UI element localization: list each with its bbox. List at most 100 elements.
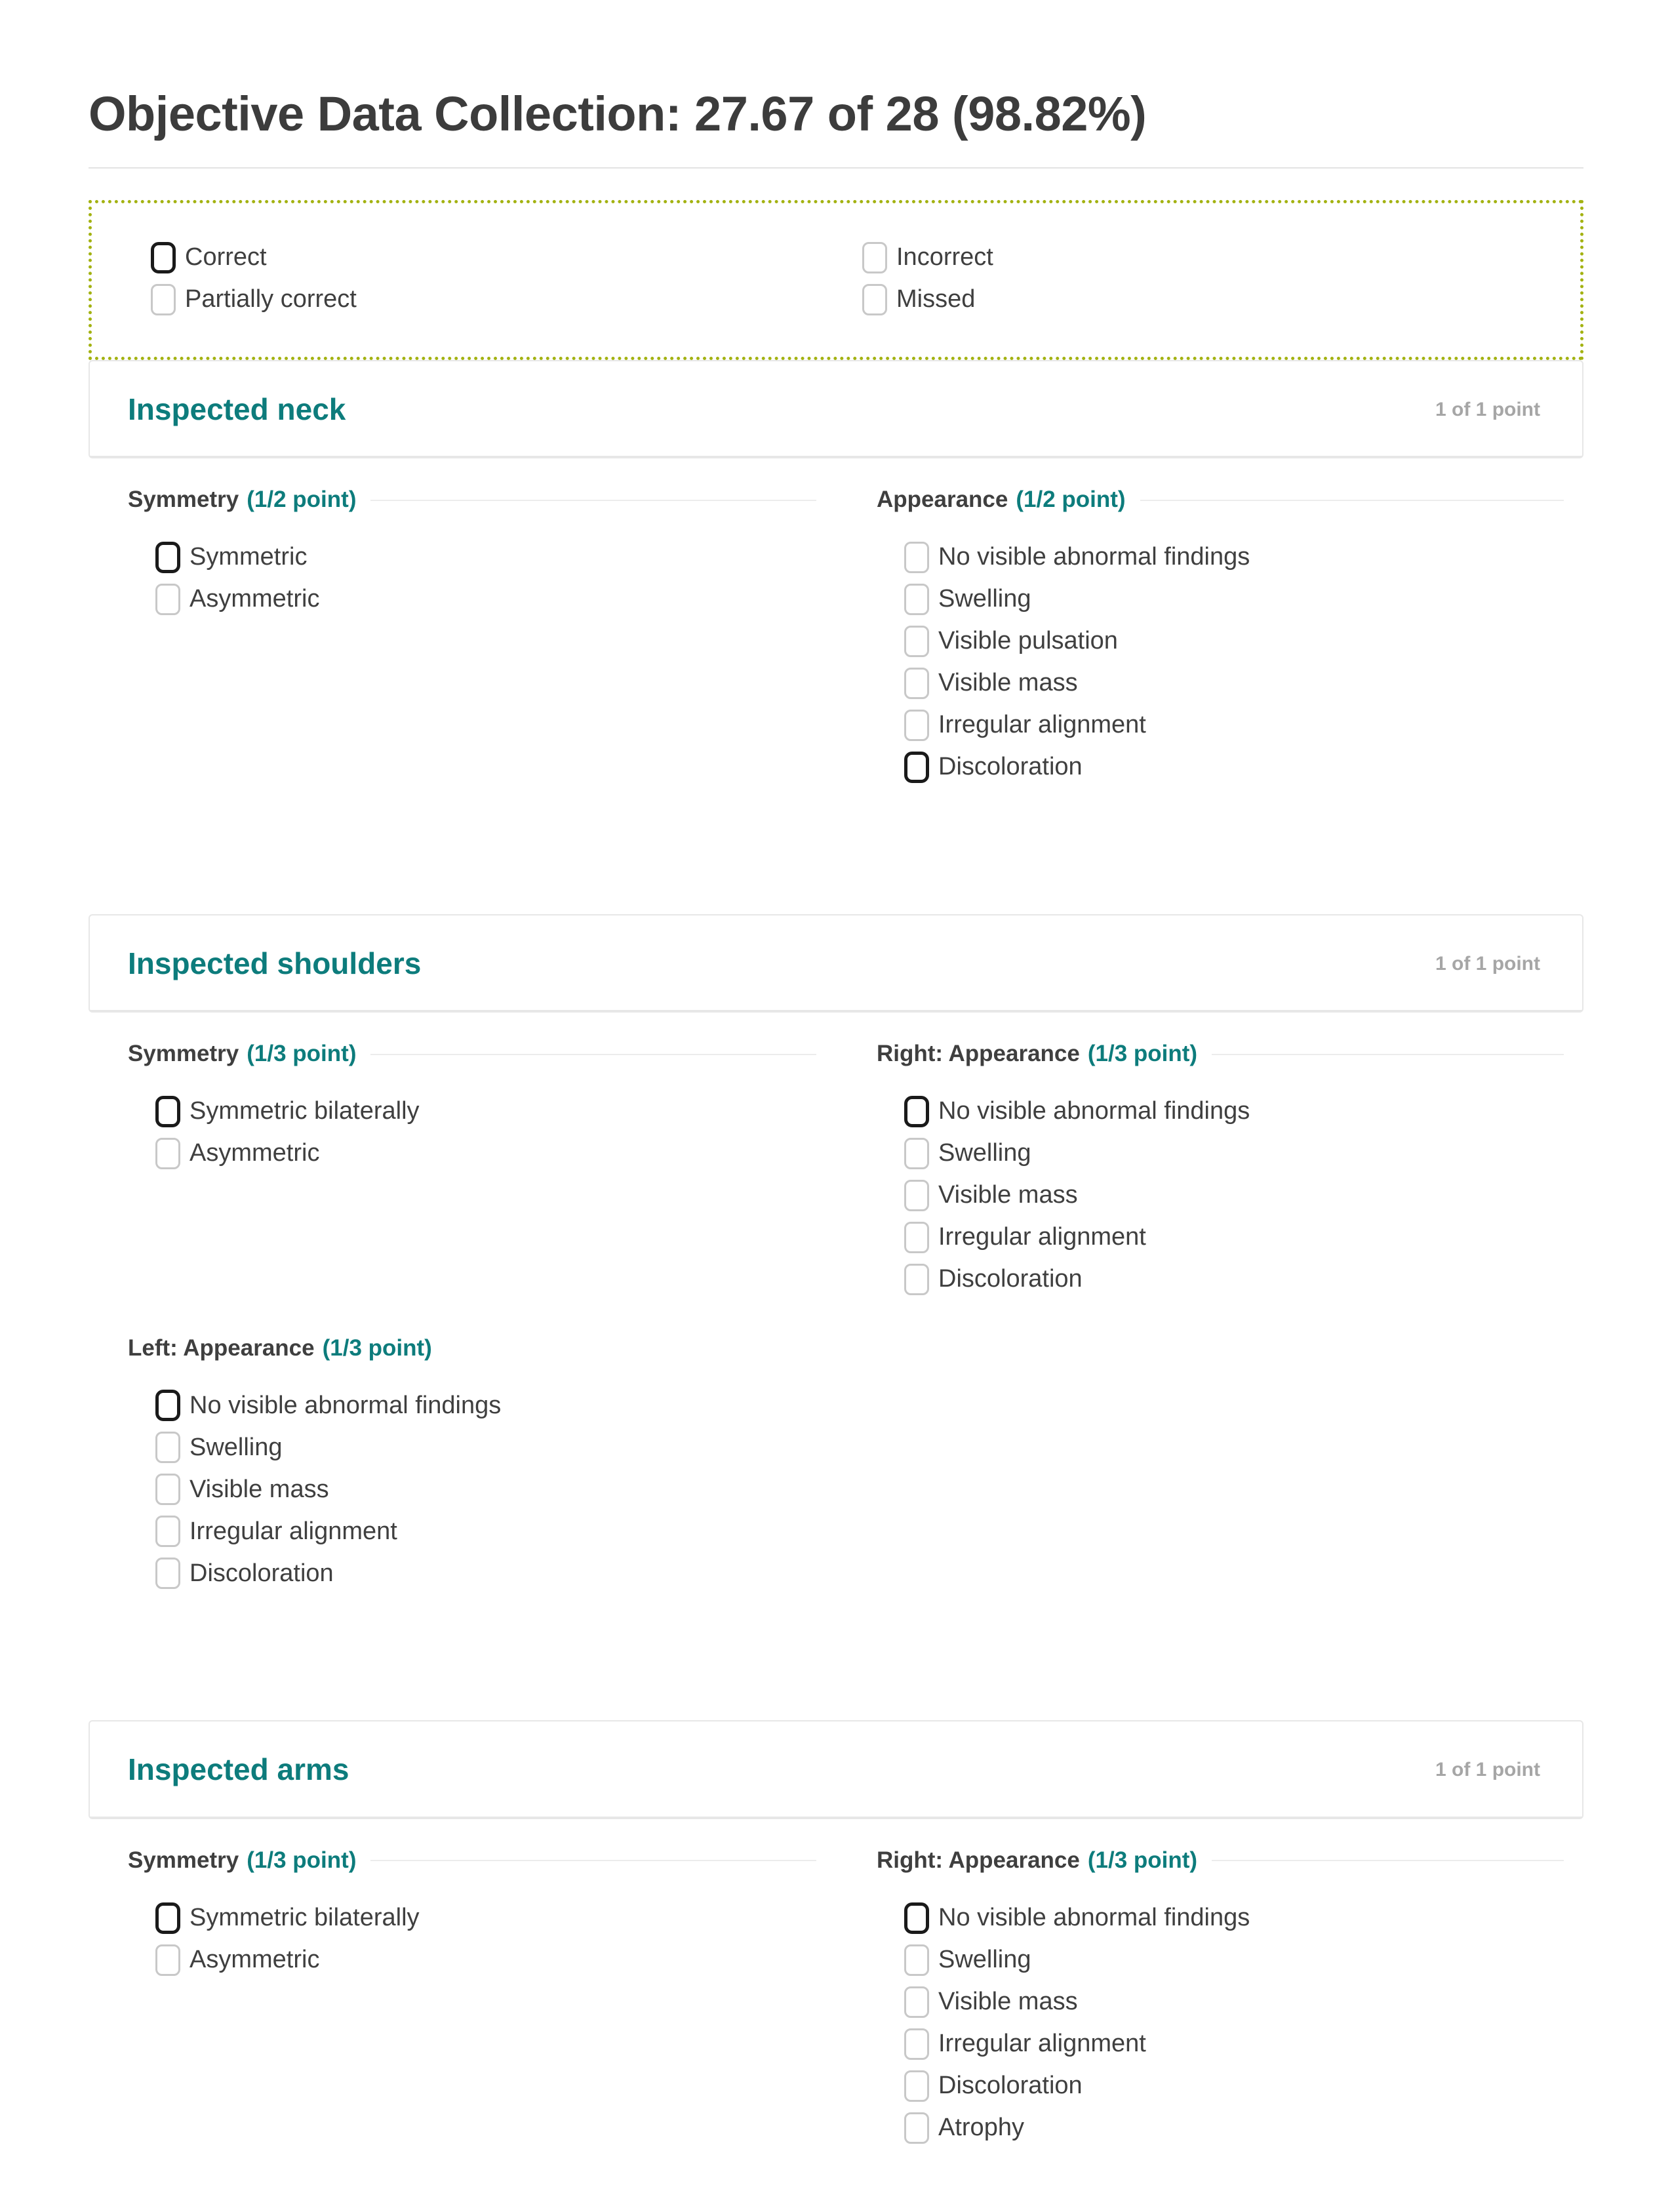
checkbox-option[interactable]: Asymmetric	[155, 1133, 816, 1175]
checkbox-option[interactable]: Visible pulsation	[904, 620, 1564, 662]
checkbox-option[interactable]: Irregular alignment	[155, 1510, 816, 1552]
legend-item[interactable]: Partially correct	[151, 282, 836, 317]
checkbox-icon[interactable]	[155, 1432, 180, 1464]
checkbox-option[interactable]: Discoloration	[904, 746, 1564, 788]
checkbox-icon[interactable]	[904, 1263, 929, 1295]
checkbox-label: Swelling	[938, 1945, 1031, 1973]
checkbox-label: Discoloration	[938, 752, 1083, 780]
group-heading: Symmetry (1/2 point)	[128, 458, 816, 518]
checkbox-label: No visible abnormal findings	[938, 1097, 1250, 1125]
group-right: Appearance (1/2 point) No visible abnormal…	[877, 458, 1564, 795]
checkbox-icon[interactable]	[904, 2028, 929, 2060]
legend-item[interactable]: Incorrect	[862, 240, 1528, 275]
checkbox-option[interactable]: Irregular alignment	[904, 704, 1564, 746]
section-score-badge: 1 of 1 point	[1435, 398, 1540, 420]
checkbox-icon[interactable]	[155, 541, 180, 573]
section-score-badge: 1 of 1 point	[1435, 952, 1540, 975]
group-heading-text: Right: Appearance	[877, 1847, 1080, 1874]
checkbox-icon[interactable]	[904, 1095, 929, 1127]
legend-item[interactable]: Missed	[862, 282, 1528, 317]
checkbox-icon[interactable]	[904, 1944, 929, 1976]
checkbox-icon[interactable]	[904, 1902, 929, 1934]
checkbox-option[interactable]: Symmetric	[155, 536, 816, 578]
checkbox-icon[interactable]	[862, 241, 887, 273]
checkbox-option[interactable]: Symmetric bilaterally	[155, 1897, 816, 1939]
checkbox-icon[interactable]	[151, 283, 176, 315]
scoring-legend: Correct Partially correct Incorrect Missed	[89, 199, 1583, 360]
checkbox-icon[interactable]	[904, 625, 929, 657]
checkbox-icon[interactable]	[904, 667, 929, 699]
legend-item[interactable]: Correct	[151, 240, 836, 275]
group-heading: Right: Appearance (1/3 point)	[877, 1013, 1564, 1072]
checkbox-icon[interactable]	[155, 583, 180, 615]
checkbox-label: Discoloration	[938, 2071, 1083, 2099]
checkbox-icon[interactable]	[151, 241, 176, 273]
checkbox-icon[interactable]	[155, 1390, 180, 1422]
section-header[interactable]: Inspected neck 1 of 1 point	[90, 361, 1582, 458]
checkbox-icon[interactable]	[904, 541, 929, 573]
checkbox-icon[interactable]	[904, 751, 929, 783]
group-heading-text: Right: Appearance	[877, 1041, 1080, 1067]
checkbox-label: Irregular alignment	[189, 1517, 397, 1545]
checkbox-label: Irregular alignment	[938, 2029, 1146, 2057]
checkbox-option[interactable]: Visible mass	[904, 662, 1564, 704]
checkbox-option[interactable]: No visible abnormal findings	[904, 1897, 1564, 1939]
checkbox-option[interactable]: No visible abnormal findings	[904, 536, 1564, 578]
checkbox-option[interactable]: Swelling	[904, 1133, 1564, 1175]
group-heading-points: (1/3 point)	[1087, 1847, 1198, 1874]
checkbox-icon[interactable]	[155, 1944, 180, 1976]
group-right: Right: Appearance (1/3 point) No visible a…	[877, 1013, 1564, 1307]
checkbox-icon[interactable]	[904, 1179, 929, 1211]
section-body: Symmetry (1/2 point) Symmetric Asymmetric Ap…	[89, 458, 1583, 851]
checkbox-option[interactable]: Discoloration	[155, 1552, 816, 1594]
checkbox-icon[interactable]	[904, 1137, 929, 1169]
checkbox-icon[interactable]	[862, 283, 887, 315]
checkbox-icon[interactable]	[904, 709, 929, 741]
checkbox-option[interactable]: Asymmetric	[155, 578, 816, 620]
column-right: Right: Appearance (1/3 point) No visible a…	[836, 1013, 1583, 1307]
checkbox-label: Swelling	[938, 1139, 1031, 1167]
checkbox-label: Symmetric	[189, 542, 308, 571]
checkbox-icon[interactable]	[904, 2070, 929, 2102]
group-heading-rule	[370, 1860, 816, 1862]
checkbox-icon[interactable]	[904, 583, 929, 615]
section-body: Symmetry (1/3 point) Symmetric bilaterally…	[89, 1013, 1583, 1657]
column-left-secondary: Left: Appearance (1/3 point) No visible ab…	[89, 1307, 836, 1601]
checkbox-option[interactable]: Swelling	[904, 578, 1564, 620]
section-card: Inspected shoulders 1 of 1 point	[89, 914, 1583, 1013]
column-left: Symmetry (1/2 point) Symmetric Asymmetric	[89, 458, 836, 795]
checkbox-icon[interactable]	[155, 1558, 180, 1590]
checkbox-icon[interactable]	[904, 1221, 929, 1253]
checkbox-option[interactable]: Atrophy	[904, 2107, 1564, 2149]
checkbox-icon[interactable]	[155, 1474, 180, 1506]
checkbox-option[interactable]: Visible mass	[904, 1175, 1564, 1217]
checkbox-icon[interactable]	[904, 2112, 929, 2144]
checkbox-option[interactable]: Visible mass	[904, 1981, 1564, 2023]
checkbox-option[interactable]: No visible abnormal findings	[904, 1091, 1564, 1133]
checkbox-label: Missed	[896, 285, 976, 313]
checkbox-icon[interactable]	[155, 1095, 180, 1127]
column-left: Symmetry (1/3 point) Symmetric bilaterally…	[89, 1013, 836, 1307]
checkbox-label: Partially correct	[185, 285, 357, 313]
checkbox-option[interactable]: Swelling	[155, 1426, 816, 1468]
checkbox-icon[interactable]	[155, 1137, 180, 1169]
checkbox-option[interactable]: Irregular alignment	[904, 1217, 1564, 1258]
checkbox-option[interactable]: Asymmetric	[155, 1939, 816, 1981]
column-right-empty	[836, 1307, 1583, 1601]
checkbox-label: Visible mass	[189, 1475, 329, 1503]
checkbox-icon[interactable]	[904, 1986, 929, 2018]
checkbox-option[interactable]: Irregular alignment	[904, 2023, 1564, 2065]
section-card: Inspected arms 1 of 1 point	[89, 1720, 1583, 1820]
section-header[interactable]: Inspected arms 1 of 1 point	[90, 1721, 1582, 1819]
checkbox-option[interactable]: Visible mass	[155, 1468, 816, 1510]
checkbox-icon[interactable]	[155, 1902, 180, 1934]
group-heading-text: Symmetry	[128, 487, 239, 513]
checkbox-option[interactable]: Discoloration	[904, 2065, 1564, 2107]
checkbox-option[interactable]: Swelling	[904, 1939, 1564, 1981]
section-header[interactable]: Inspected shoulders 1 of 1 point	[90, 915, 1582, 1012]
checkbox-option[interactable]: No visible abnormal findings	[155, 1384, 816, 1426]
checkbox-icon[interactable]	[155, 1516, 180, 1548]
checkbox-option[interactable]: Symmetric bilaterally	[155, 1091, 816, 1133]
checkbox-option[interactable]: Discoloration	[904, 1258, 1564, 1300]
